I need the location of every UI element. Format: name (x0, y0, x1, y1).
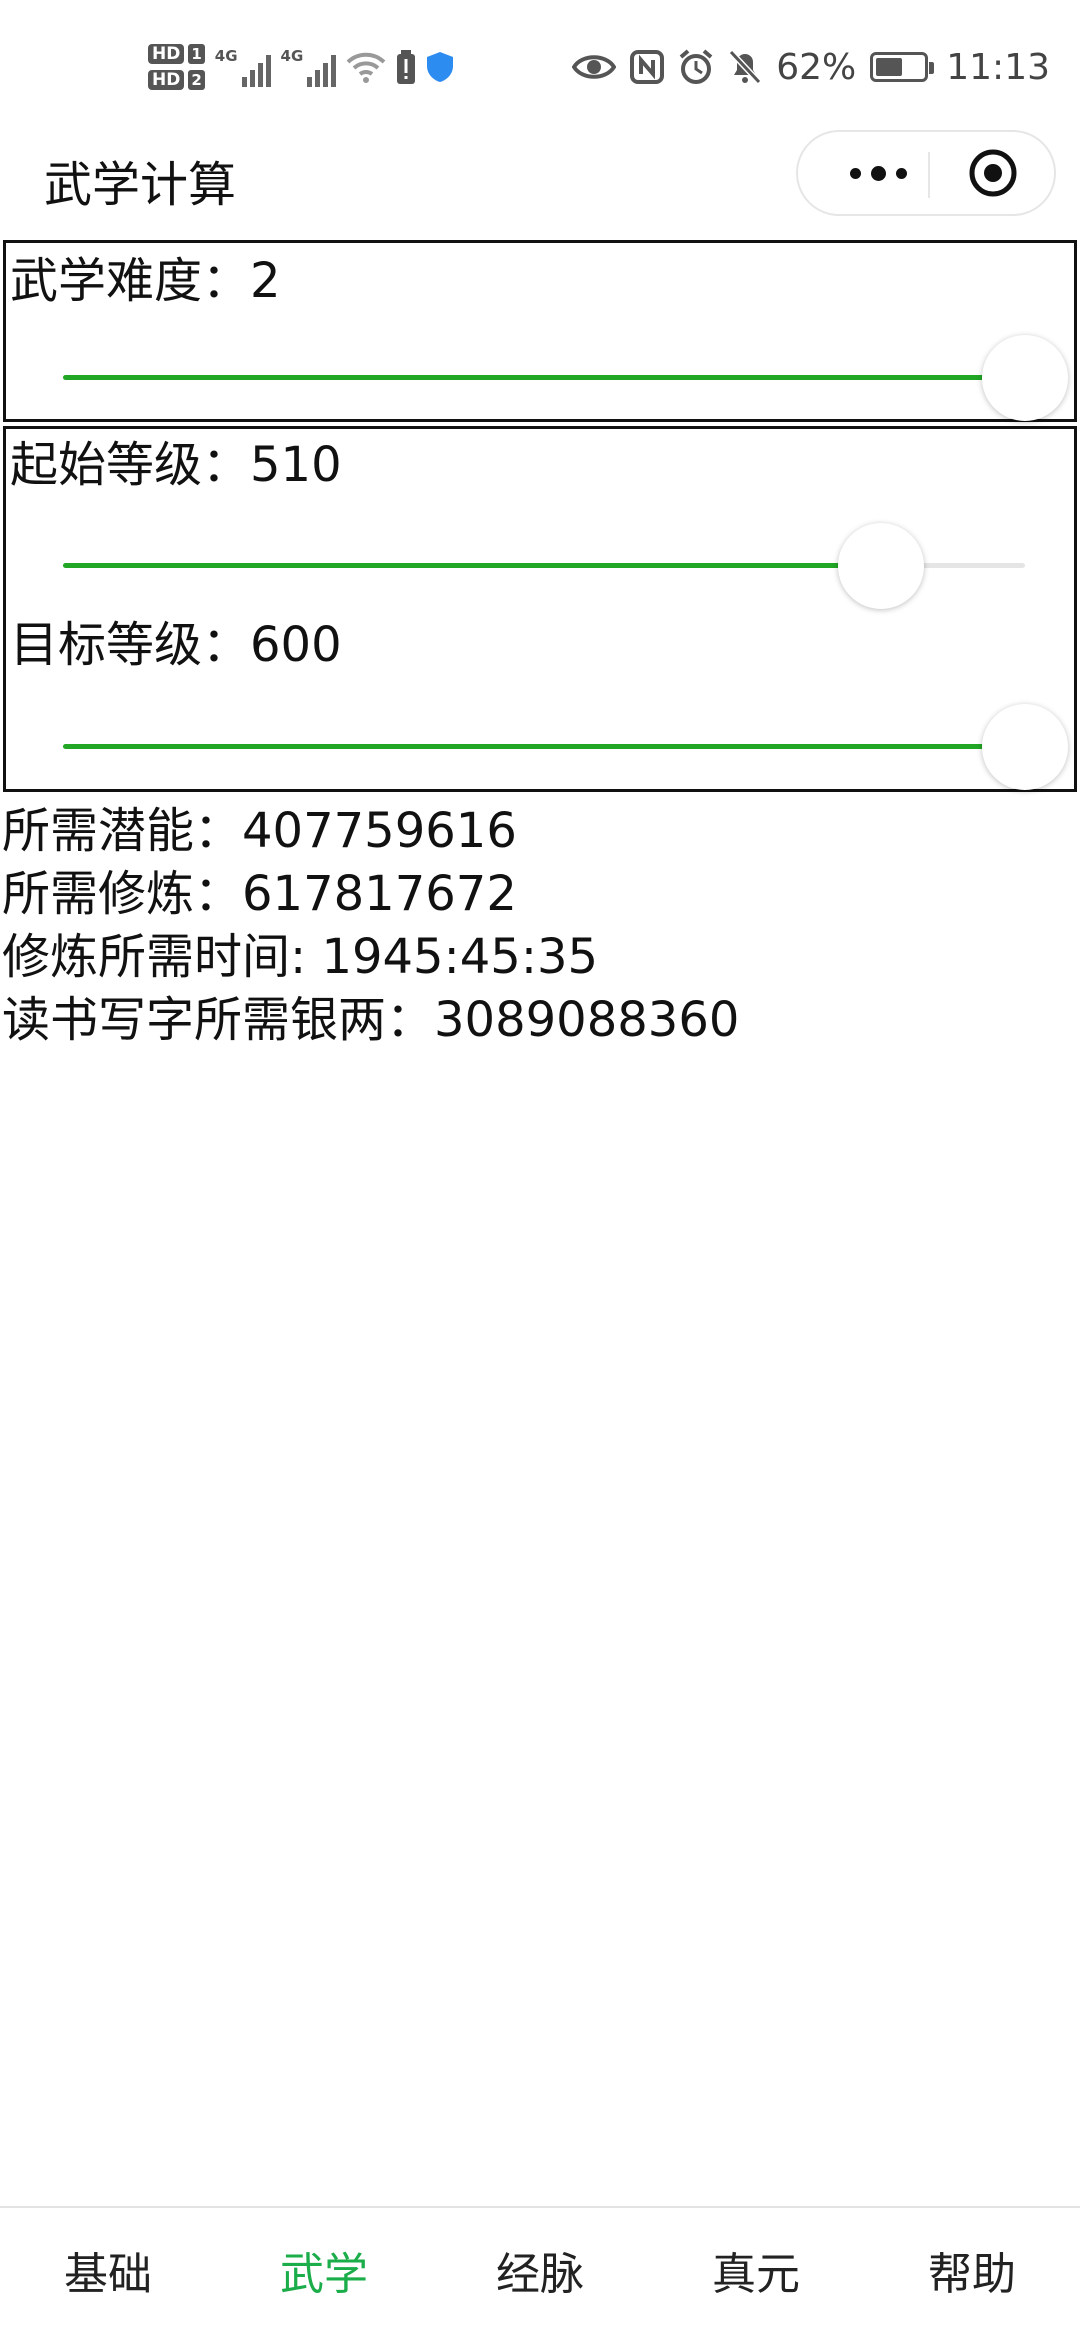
slider-fill (63, 744, 1025, 749)
difficulty-value: 2 (250, 253, 281, 309)
more-button[interactable] (828, 132, 928, 214)
time-value: 1945:45:35 (321, 929, 599, 985)
difficulty-panel: 武学难度：2 (3, 240, 1077, 422)
potential-label: 所需潜能： (2, 803, 243, 859)
slider-thumb[interactable] (837, 523, 924, 609)
tab-meridians[interactable]: 经脉 (432, 2208, 648, 2340)
tab-basic[interactable]: 基础 (0, 2208, 216, 2340)
potential-result: 所需潜能：407759616 (2, 800, 517, 862)
battery-icon (870, 52, 935, 82)
time-result: 修炼所需时间: 1945:45:35 (2, 926, 598, 988)
nfc-icon (630, 50, 665, 84)
difficulty-row: 武学难度：2 (10, 251, 281, 311)
silver-label: 读书写字所需银两： (2, 992, 435, 1048)
target-level-value: 600 (250, 617, 342, 673)
slider-thumb[interactable] (982, 335, 1068, 421)
signal-icon: 4G (281, 47, 337, 87)
target-level-row: 目标等级：600 (10, 615, 342, 675)
sim-number: 2 (188, 70, 205, 90)
mute-bell-icon (729, 49, 762, 85)
slider-fill (63, 563, 881, 568)
start-level-row: 起始等级：510 (10, 435, 342, 495)
silver-value: 3089088360 (434, 992, 740, 1048)
shield-icon (427, 52, 454, 82)
training-value: 617817672 (242, 866, 517, 922)
more-dot (870, 165, 886, 181)
training-result: 所需修炼：617817672 (2, 863, 517, 925)
close-button[interactable] (930, 132, 1056, 214)
sim-number: 1 (188, 44, 205, 64)
difficulty-slider[interactable] (63, 333, 1068, 423)
slider-fill (63, 375, 1025, 380)
clock: 11:13 (946, 46, 1050, 88)
level-panel: 起始等级：510 目标等级：600 (3, 426, 1077, 792)
battery-percent: 62% (776, 46, 857, 88)
network-type: 4G (280, 47, 304, 65)
slider-thumb[interactable] (982, 704, 1068, 790)
tab-martial-arts[interactable]: 武学 (216, 2208, 432, 2340)
hd-indicators: HD 1 HD 2 (148, 44, 205, 90)
wifi-icon (346, 52, 386, 83)
status-right: 62% 11:13 (572, 36, 1050, 98)
more-dot (895, 167, 907, 179)
page-title: 武学计算 (44, 157, 237, 213)
mini-program-capsule (796, 130, 1056, 216)
target-level-label: 目标等级： (10, 617, 251, 673)
eye-icon (572, 55, 617, 79)
network-type: 4G (214, 47, 238, 65)
difficulty-label: 武学难度： (10, 253, 251, 309)
battery-alert-icon (397, 50, 416, 84)
tab-help[interactable]: 帮助 (864, 2208, 1080, 2340)
hd-badge: HD (148, 70, 185, 90)
potential-value: 407759616 (242, 803, 517, 859)
more-dot (849, 167, 861, 179)
alarm-icon (679, 49, 713, 84)
target-close-icon (969, 149, 1017, 197)
silver-result: 读书写字所需银两：3089088360 (2, 989, 739, 1051)
time-label: 修炼所需时间: (2, 929, 322, 985)
training-label: 所需修炼： (2, 866, 243, 922)
battery-level (876, 58, 903, 76)
target-level-slider[interactable] (63, 702, 1068, 792)
start-level-slider[interactable] (63, 521, 1025, 611)
tab-bar: 基础 武学 经脉 真元 帮助 (0, 2206, 1080, 2340)
status-left: HD 1 HD 2 4G 4G (148, 36, 454, 98)
hd-badge: HD (148, 44, 185, 64)
signal-icon: 4G (215, 47, 271, 87)
start-level-value: 510 (250, 437, 342, 493)
tab-true-essence[interactable]: 真元 (648, 2208, 864, 2340)
start-level-label: 起始等级： (10, 437, 251, 493)
status-bar: HD 1 HD 2 4G 4G 62% 11:13 (0, 0, 1080, 130)
